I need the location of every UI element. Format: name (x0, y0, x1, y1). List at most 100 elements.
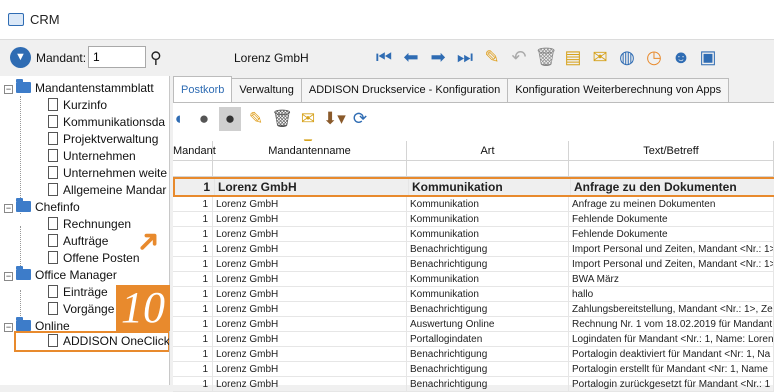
tree-item-unternehmen-weitere[interactable]: Unternehmen weite (48, 165, 167, 182)
tree-item-kurzinfo[interactable]: Kurzinfo (48, 97, 107, 114)
tree-item-addison-oneclick[interactable]: ADDISON OneClick (48, 333, 169, 350)
table-cell: 1 (173, 317, 213, 332)
first-record-icon[interactable]: ⏮ (372, 44, 396, 70)
inbox-dropdown-icon[interactable]: ⬇▾ (323, 107, 346, 131)
tree-item-vorgaenge[interactable]: Vorgänge (48, 301, 114, 318)
table-cell: Lorenz GmbH (213, 287, 407, 302)
collapse-icon[interactable]: − (4, 323, 13, 332)
folder-icon (16, 317, 31, 331)
table-cell: Import Personal und Zeiten, Mandant <Nr.… (569, 242, 774, 257)
table-cell: Lorenz GmbH (213, 317, 407, 332)
table-row[interactable]: 1 Lorenz GmbH Kommunikation hallo (173, 287, 774, 302)
tab-weiterberechnung-apps[interactable]: Konfiguration Weiterberechnung von Apps (507, 78, 730, 102)
clock-icon[interactable]: ◷ (642, 44, 666, 70)
new-note-icon[interactable]: ▤ (561, 44, 585, 70)
table-cell: Lorenz GmbH (213, 347, 407, 362)
table-row[interactable]: 1 Lorenz GmbH Kommunikation Fehlende Dokume… (173, 212, 774, 227)
table-row[interactable]: 1 Lorenz GmbH Benachrichtigung Portalogin e… (173, 362, 774, 377)
filter-row[interactable] (173, 161, 774, 177)
table-row[interactable]: 1 Lorenz GmbH Kommunikation BWA März (173, 272, 774, 287)
table-cell: Auswertung Online (407, 317, 569, 332)
mandant-chevron-icon[interactable]: ▼ (10, 47, 31, 68)
tree-group-mandantenstammblatt[interactable]: − Mandantenstammblatt (4, 79, 154, 97)
table-cell: Kommunikation (407, 287, 569, 302)
table-cell: Logindaten für Mandant <Nr.: 1, Name: Lo… (569, 332, 774, 347)
collapse-icon[interactable]: − (4, 204, 13, 213)
previous-record-icon[interactable]: ⬅ (399, 44, 423, 70)
tree-item-kommunikationsdaten[interactable]: Kommunikationsda (48, 114, 165, 131)
table-row[interactable]: 1 Lorenz GmbH Kommunikation Fehlende Dokume… (173, 227, 774, 242)
table-cell: Lorenz GmbH (213, 242, 407, 257)
document-icon (48, 302, 58, 315)
collapse-icon[interactable]: − (4, 85, 13, 94)
table-cell: 1 (173, 242, 213, 257)
delete-icon[interactable]: 🗑 (271, 107, 293, 131)
document-icon (48, 149, 58, 162)
tree-group-chefinfo[interactable]: − Chefinfo (4, 198, 80, 216)
document-icon (48, 115, 58, 128)
next-record-icon[interactable]: ➡ (426, 44, 450, 70)
delete-icon[interactable]: 🗑 (534, 44, 558, 70)
mail-dropdown-icon[interactable]: ✉▾ (297, 107, 319, 152)
column-header-text-betreff[interactable]: Text/Betreff (569, 141, 774, 161)
edit-pencil-icon[interactable]: ✎ (480, 44, 504, 70)
tree-item-rechnungen[interactable]: Rechnungen (48, 216, 131, 233)
title-bar: CRM (0, 0, 774, 40)
user-transfer-icon[interactable]: ☻ (669, 44, 693, 70)
table-cell: Lorenz GmbH (213, 257, 407, 272)
table-cell: 1 (173, 257, 213, 272)
table-cell: Rechnung Nr. 1 vom 18.02.2019 für Mandan… (569, 317, 774, 332)
table-cell: Kommunikation (407, 197, 569, 212)
mandant-input[interactable] (88, 46, 146, 68)
card-icon[interactable]: ▣ (696, 44, 720, 70)
tree-item-auftraege[interactable]: Aufträge (48, 233, 108, 250)
table-row[interactable]: 1 Lorenz GmbH Benachrichtigung Import Perso… (173, 242, 774, 257)
table-cell: 1 (173, 302, 213, 317)
tree-item-offene-posten[interactable]: Offene Posten (48, 250, 140, 267)
table-cell: Benachrichtigung (407, 362, 569, 377)
table-row[interactable]: 1 Lorenz GmbH Auswertung Online Rechnung Nr… (173, 317, 774, 332)
grid-rows: 1 Lorenz GmbH Kommunikation Anfrage zu den … (173, 177, 774, 392)
tree-item-eintraege[interactable]: Einträge (48, 284, 108, 301)
email-note-icon[interactable]: ✉ (588, 44, 612, 70)
tree-item-projektverwaltung[interactable]: Projektverwaltung (48, 131, 158, 148)
globe-icon[interactable]: ◍ (615, 44, 639, 70)
binoculars-icon[interactable]: ⚲ (150, 48, 162, 68)
edit-pencil-icon[interactable]: ✎ (245, 107, 267, 131)
refresh-icon[interactable]: ⟳ (349, 107, 371, 131)
table-cell: Portalogin deaktiviert für Mandant <Nr: … (569, 347, 774, 362)
table-cell: 1 (173, 362, 213, 377)
table-row[interactable]: 1 Lorenz GmbH Benachrichtigung Import Perso… (173, 257, 774, 272)
collapse-icon[interactable]: − (4, 272, 13, 281)
tree-group-office-manager[interactable]: − Office Manager (4, 266, 117, 284)
column-header-mandant[interactable]: Mandant (173, 141, 216, 161)
tree-item-allgemeine-mandantendaten[interactable]: Allgemeine Mandar (48, 182, 166, 199)
document-icon (48, 98, 58, 111)
column-header-mandantenname[interactable]: Mandantenname (213, 141, 407, 161)
content-area: Postkorb Verwaltung ADDISON Druckservice… (173, 76, 774, 392)
user-icon[interactable]: ● (193, 107, 215, 131)
table-row[interactable]: 1 Lorenz GmbH Kommunikation Anfrage zu den … (173, 177, 774, 197)
document-icon (48, 183, 58, 196)
last-record-icon[interactable]: ⏭ (453, 44, 477, 70)
table-row[interactable]: 1 Lorenz GmbH Kommunikation Anfrage zu mein… (173, 197, 774, 212)
column-header-art[interactable]: Art (407, 141, 569, 161)
tab-postkorb[interactable]: Postkorb (173, 76, 233, 102)
table-cell: Lorenz GmbH (213, 362, 407, 377)
table-cell: 1 (173, 272, 213, 287)
document-icon (48, 166, 58, 179)
undo-icon[interactable]: ↶ (507, 44, 531, 70)
table-row[interactable]: 1 Lorenz GmbH Benachrichtigung Portalogin d… (173, 347, 774, 362)
table-cell: Benachrichtigung (407, 257, 569, 272)
table-row[interactable]: 1 Lorenz GmbH Benachrichtigung Zahlungsbere… (173, 302, 774, 317)
back-circle-icon[interactable]: ◖ (167, 107, 189, 131)
tab-verwaltung[interactable]: Verwaltung (231, 78, 302, 102)
table-cell: Kommunikation (407, 272, 569, 287)
table-cell: Kommunikation (409, 179, 571, 195)
postkorb-toolbar: ◖ ● ● ✎ 🗑 ✉▾ ⬇▾ ⟳ (173, 107, 371, 152)
user-selected-icon[interactable]: ● (219, 107, 241, 131)
table-cell: Lorenz GmbH (213, 212, 407, 227)
table-row[interactable]: 1 Lorenz GmbH Portallogindaten Logindaten f… (173, 332, 774, 347)
tab-druckservice-konfiguration[interactable]: ADDISON Druckservice - Konfiguration (300, 78, 509, 102)
tree-item-unternehmen[interactable]: Unternehmen (48, 148, 136, 165)
